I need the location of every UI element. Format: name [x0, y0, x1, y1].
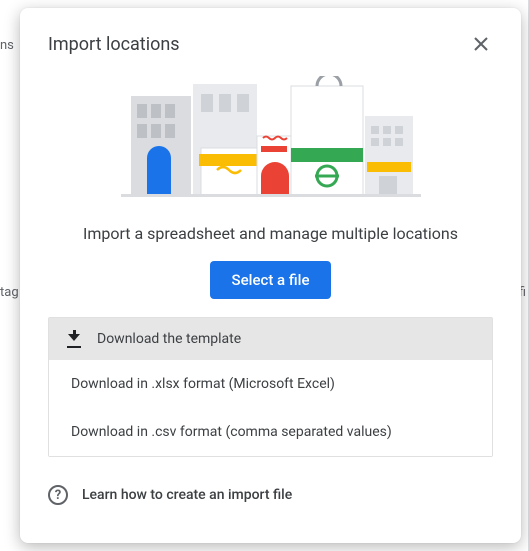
help-icon: ?: [48, 485, 68, 505]
template-options: Download in .xlsx format (Microsoft Exce…: [49, 360, 492, 456]
download-xlsx-option[interactable]: Download in .xlsx format (Microsoft Exce…: [49, 360, 492, 408]
template-section: Download the template Download in .xlsx …: [48, 317, 493, 457]
learn-link[interactable]: Learn how to create an import file: [82, 487, 292, 503]
dialog-title: Import locations: [48, 34, 180, 55]
cta-row: Select a file: [20, 251, 521, 317]
select-file-button[interactable]: Select a file: [210, 261, 332, 299]
dialog-header: Import locations: [20, 8, 521, 72]
dialog-subtitle: Import a spreadsheet and manage multiple…: [20, 210, 521, 251]
download-template-header[interactable]: Download the template: [49, 318, 492, 360]
learn-row: ? Learn how to create an import file: [20, 457, 521, 523]
close-button[interactable]: [465, 28, 497, 60]
hero-illustration: [20, 72, 521, 210]
close-icon: [472, 35, 490, 53]
download-icon: [65, 330, 83, 348]
download-csv-option[interactable]: Download in .csv format (comma separated…: [49, 408, 492, 456]
import-locations-dialog: Import locations: [20, 8, 521, 543]
download-template-label: Download the template: [97, 331, 241, 347]
